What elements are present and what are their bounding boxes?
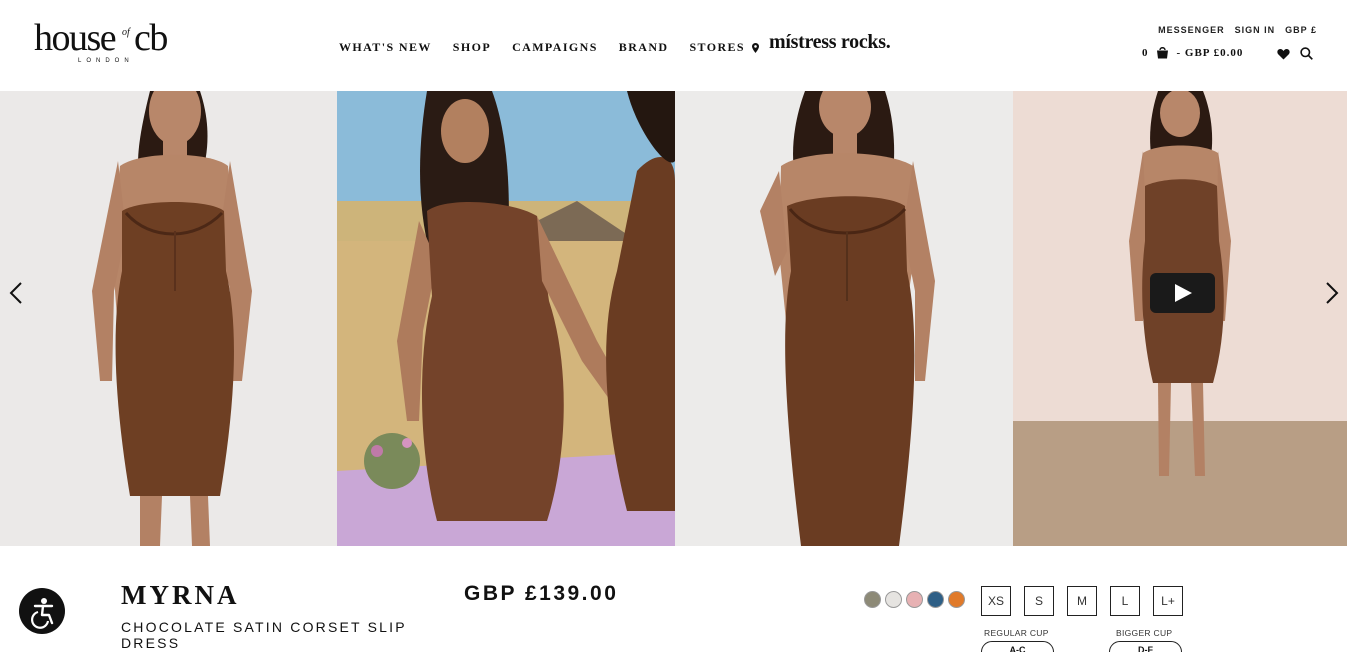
color-swatch[interactable] — [927, 591, 944, 608]
main-nav: WHAT'S NEW SHOP CAMPAIGNS BRAND STORES — [339, 40, 780, 55]
nav-stores[interactable]: STORES — [689, 40, 760, 55]
product-photo-pose — [675, 91, 1013, 546]
gallery-prev-arrow-icon[interactable] — [7, 281, 25, 305]
nav-whats-new[interactable]: WHAT'S NEW — [339, 40, 432, 55]
accessibility-button[interactable] — [19, 588, 65, 634]
map-pin-icon — [752, 42, 760, 53]
color-swatches — [864, 591, 965, 608]
product-gallery[interactable] — [0, 91, 1347, 546]
currency-selector[interactable]: GBP £ — [1285, 25, 1317, 35]
video-play-button[interactable] — [1150, 273, 1215, 313]
logo-subtitle: LONDON — [78, 58, 134, 64]
cart-count: 0 — [1142, 46, 1149, 59]
gallery-slide-1[interactable] — [0, 91, 337, 546]
color-swatch[interactable] — [885, 591, 902, 608]
nav-brand[interactable]: BRAND — [619, 40, 669, 55]
size-option-s[interactable]: S — [1024, 586, 1054, 616]
size-option-m[interactable]: M — [1067, 586, 1097, 616]
svg-text:house: house — [34, 18, 116, 58]
size-option-l-plus[interactable]: L+ — [1153, 586, 1183, 616]
nav-shop[interactable]: SHOP — [453, 40, 491, 55]
accessibility-icon — [31, 598, 54, 629]
size-option-xs[interactable]: XS — [981, 586, 1011, 616]
svg-text:cb: cb — [134, 18, 167, 58]
regular-cup-label: REGULAR CUP — [984, 628, 1049, 638]
sign-in-link[interactable]: SIGN IN — [1235, 25, 1276, 35]
product-description: CHOCOLATE SATIN CORSET SLIP DRESS — [121, 619, 407, 651]
color-swatch[interactable] — [864, 591, 881, 608]
logo-wordmark: house of cb — [34, 17, 169, 59]
regular-cup-option[interactable]: A-C — [981, 641, 1054, 652]
product-video-thumbnail — [1013, 91, 1347, 546]
site-header: house of cb LONDON WHAT'S NEW SHOP CAMPA… — [0, 0, 1347, 91]
shopping-bag-icon — [1156, 47, 1168, 59]
utility-links: MESSENGER SIGN IN GBP £ — [1158, 25, 1317, 35]
size-selector: XS S M L L+ — [981, 586, 1183, 616]
gallery-slide-2[interactable] — [337, 91, 675, 546]
wishlist-heart-icon[interactable] — [1277, 48, 1290, 60]
nav-campaigns[interactable]: CAMPAIGNS — [512, 40, 598, 55]
brand-logo[interactable]: house of cb LONDON — [34, 17, 186, 68]
gallery-slide-4[interactable] — [1013, 91, 1347, 546]
bigger-cup-option[interactable]: D-F — [1109, 641, 1182, 652]
nav-stores-label: STORES — [689, 40, 746, 54]
messenger-link[interactable]: MESSENGER — [1158, 25, 1225, 35]
search-icon[interactable] — [1300, 47, 1313, 60]
color-swatch[interactable] — [906, 591, 923, 608]
product-photo-front — [0, 91, 337, 546]
size-option-l[interactable]: L — [1110, 586, 1140, 616]
product-photo-field — [337, 91, 675, 546]
cart-total: - GBP £0.00 — [1176, 46, 1244, 59]
color-swatch[interactable] — [948, 591, 965, 608]
bigger-cup-label: BIGGER CUP — [1116, 628, 1173, 638]
gallery-slide-3[interactable] — [675, 91, 1013, 546]
svg-text:of: of — [122, 27, 131, 38]
product-price: GBP £139.00 — [464, 582, 619, 605]
product-name: MYRNA — [121, 580, 240, 610]
gallery-next-arrow-icon[interactable] — [1323, 281, 1341, 305]
play-icon — [1175, 284, 1192, 302]
campaign-logo[interactable]: místress rocks. — [769, 31, 891, 54]
mini-cart[interactable]: 0 - GBP £0.00 — [1142, 46, 1243, 59]
